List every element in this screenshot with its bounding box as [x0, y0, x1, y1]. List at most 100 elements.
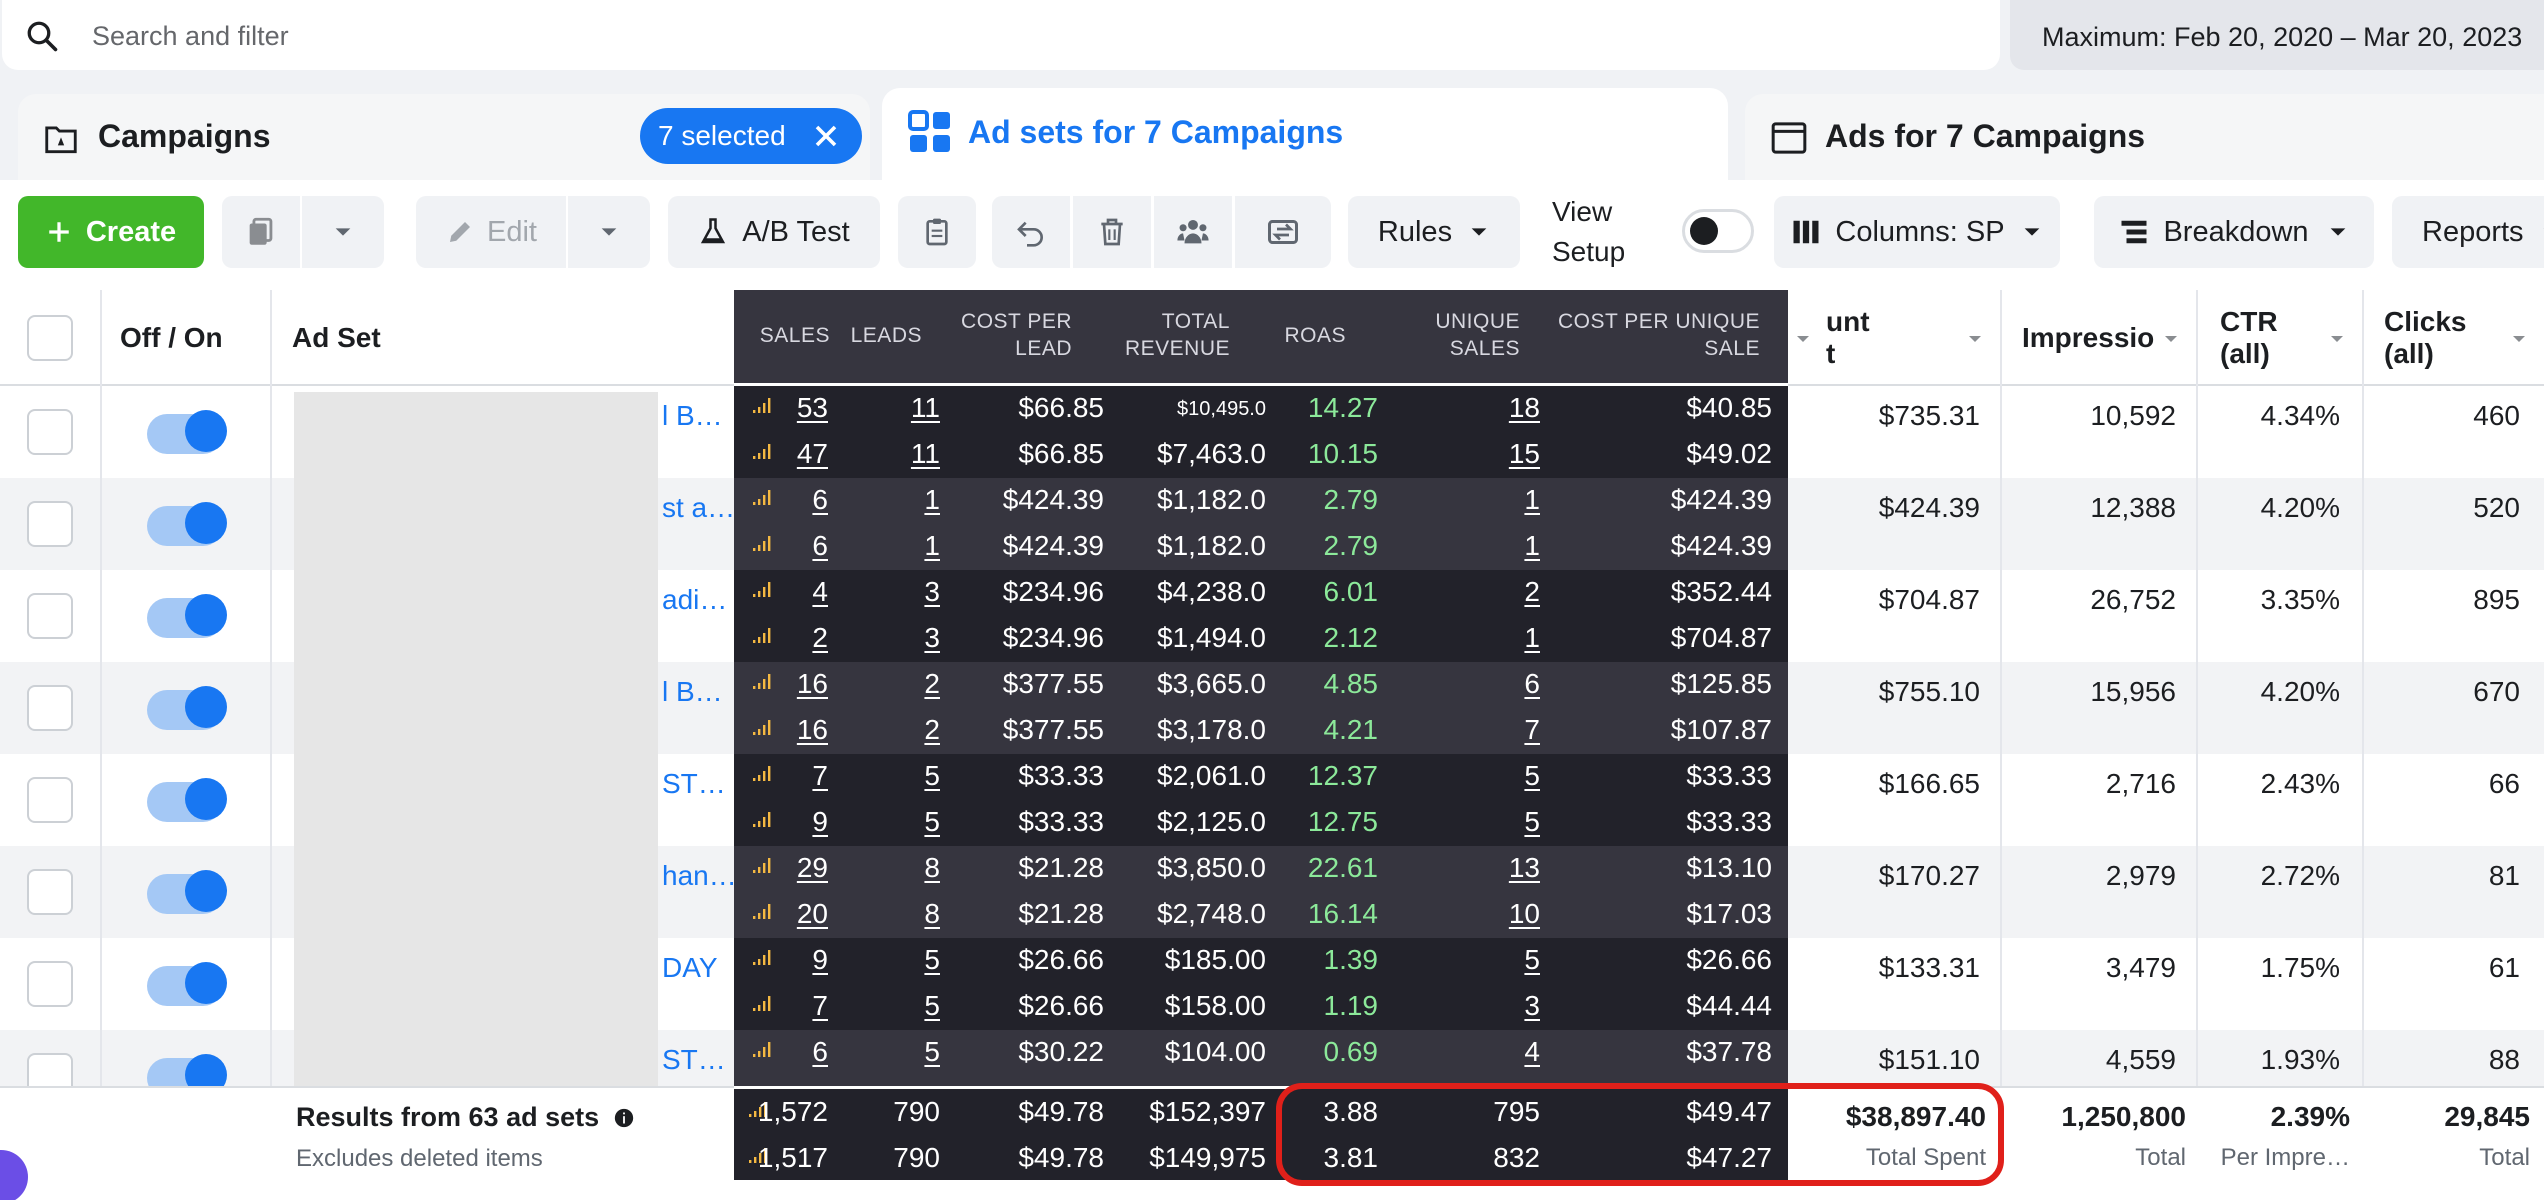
unique-sales-cell[interactable]: 5 [1524, 760, 1540, 792]
info-icon[interactable] [613, 1107, 635, 1129]
sales-cell[interactable]: 4 [812, 576, 828, 608]
unique-sales-cell[interactable]: 5 [1524, 944, 1540, 976]
ad-set-name-link[interactable]: adi… [662, 584, 727, 616]
sparkline-icon[interactable] [752, 810, 772, 830]
unique-sales-cell[interactable]: 13 [1509, 852, 1540, 884]
select-all-checkbox[interactable] [27, 315, 73, 361]
unique-sales-cell[interactable]: 18 [1509, 392, 1540, 424]
leads-cell[interactable]: 8 [924, 898, 940, 930]
sort-icon[interactable] [1794, 330, 1812, 348]
header-clicks[interactable]: Clicks (all) [2384, 290, 2467, 386]
unique-sales-cell[interactable]: 4 [1524, 1036, 1540, 1068]
unique-sales-cell[interactable]: 2 [1524, 576, 1540, 608]
duplicate-dropdown[interactable] [302, 196, 384, 268]
row-toggle[interactable] [147, 502, 227, 546]
tab-campaigns[interactable]: Campaigns 7 selected [18, 94, 870, 184]
selected-pill[interactable]: 7 selected [640, 108, 862, 164]
ad-set-name-link[interactable]: DAY [662, 952, 718, 984]
leads-cell[interactable]: 11 [911, 438, 940, 470]
row-checkbox[interactable] [27, 777, 73, 823]
leads-cell[interactable]: 2 [924, 714, 940, 746]
unique-sales-cell[interactable]: 15 [1509, 438, 1540, 470]
row-checkbox[interactable] [27, 869, 73, 915]
row-toggle[interactable] [147, 594, 227, 638]
export-button[interactable] [1235, 196, 1331, 268]
clipboard-button[interactable] [898, 196, 976, 268]
sales-cell[interactable]: 6 [812, 1036, 828, 1068]
sparkline-icon[interactable] [752, 396, 772, 416]
rules-button[interactable]: Rules [1348, 196, 1520, 268]
sales-cell[interactable]: 29 [797, 852, 828, 884]
row-checkbox[interactable] [27, 501, 73, 547]
overlay-header-cost-per-unique-sale[interactable]: COST PER UNIQUE SALE [1520, 308, 1760, 362]
sparkline-icon[interactable] [752, 994, 772, 1014]
sparkline-icon[interactable] [752, 488, 772, 508]
leads-cell[interactable]: 5 [924, 1036, 940, 1068]
sparkline-icon[interactable] [752, 764, 772, 784]
sales-cell[interactable]: 20 [797, 898, 828, 930]
ad-set-name-link[interactable]: l B… [662, 676, 723, 708]
unique-sales-cell[interactable]: 5 [1524, 806, 1540, 838]
ad-set-name-link[interactable]: st a… [662, 492, 735, 524]
date-range-picker[interactable]: Maximum: Feb 20, 2020 – Mar 20, 2023 [2010, 0, 2544, 70]
sparkline-icon[interactable] [752, 580, 772, 600]
header-ctr[interactable]: CTR (all) [2220, 290, 2278, 386]
sales-cell[interactable]: 53 [797, 392, 828, 424]
leads-cell[interactable]: 11 [911, 392, 940, 424]
leads-cell[interactable]: 5 [924, 944, 940, 976]
leads-cell[interactable]: 5 [924, 990, 940, 1022]
sort-icon[interactable] [1966, 330, 1984, 348]
overlay-header-leads[interactable]: LEADS [830, 322, 922, 349]
edit-dropdown[interactable] [568, 196, 650, 268]
delete-button[interactable] [1073, 196, 1151, 268]
edit-button[interactable]: Edit [416, 196, 566, 268]
sales-cell[interactable]: 7 [812, 760, 828, 792]
duplicate-button[interactable] [222, 196, 300, 268]
overlay-header-roas[interactable]: ROAS [1230, 322, 1346, 349]
close-icon[interactable] [808, 118, 844, 154]
unique-sales-cell[interactable]: 1 [1524, 484, 1540, 516]
sales-cell[interactable]: 9 [812, 806, 828, 838]
row-toggle[interactable] [147, 962, 227, 1006]
people-button[interactable] [1154, 196, 1232, 268]
ad-set-name-link[interactable]: ST… [662, 1044, 726, 1076]
header-off-on[interactable]: Off / On [120, 290, 223, 386]
unique-sales-cell[interactable]: 7 [1524, 714, 1540, 746]
unique-sales-cell[interactable]: 3 [1524, 990, 1540, 1022]
row-toggle[interactable] [147, 870, 227, 914]
sparkline-icon[interactable] [752, 442, 772, 462]
leads-cell[interactable]: 3 [924, 622, 940, 654]
unique-sales-cell[interactable]: 1 [1524, 530, 1540, 562]
leads-cell[interactable]: 5 [924, 760, 940, 792]
sparkline-icon[interactable] [752, 902, 772, 922]
overlay-header-cost-per-lead[interactable]: COST PER LEAD [922, 308, 1072, 362]
view-setup-toggle[interactable] [1682, 209, 1754, 253]
sparkline-icon[interactable] [752, 626, 772, 646]
header-ad-set[interactable]: Ad Set [292, 290, 381, 386]
tab-adsets[interactable]: Ad sets for 7 Campaigns [882, 88, 1728, 184]
sort-icon[interactable] [2328, 330, 2346, 348]
leads-cell[interactable]: 5 [924, 806, 940, 838]
row-checkbox[interactable] [27, 685, 73, 731]
sales-cell[interactable]: 16 [797, 668, 828, 700]
unique-sales-cell[interactable]: 6 [1524, 668, 1540, 700]
ad-set-name-link[interactable]: ST… [662, 768, 726, 800]
reports-button[interactable]: Reports [2392, 196, 2544, 268]
undo-button[interactable] [992, 196, 1070, 268]
leads-cell[interactable]: 2 [924, 668, 940, 700]
sparkline-icon[interactable] [752, 948, 772, 968]
ad-set-name-link[interactable]: l B… [662, 400, 723, 432]
row-toggle[interactable] [147, 410, 227, 454]
sales-cell[interactable]: 9 [812, 944, 828, 976]
leads-cell[interactable]: 1 [924, 530, 940, 562]
row-checkbox[interactable] [27, 409, 73, 455]
ad-set-name-link[interactable]: han… [662, 860, 737, 892]
sparkline-icon[interactable] [752, 534, 772, 554]
sort-icon[interactable] [2510, 330, 2528, 348]
row-checkbox[interactable] [27, 961, 73, 1007]
sales-cell[interactable]: 7 [812, 990, 828, 1022]
overlay-header-unique-sales[interactable]: UNIQUE SALES [1346, 308, 1520, 362]
header-impressions[interactable]: Impressio [2022, 290, 2154, 386]
overlay-header-sales[interactable]: SALES [734, 322, 830, 349]
row-toggle[interactable] [147, 686, 227, 730]
